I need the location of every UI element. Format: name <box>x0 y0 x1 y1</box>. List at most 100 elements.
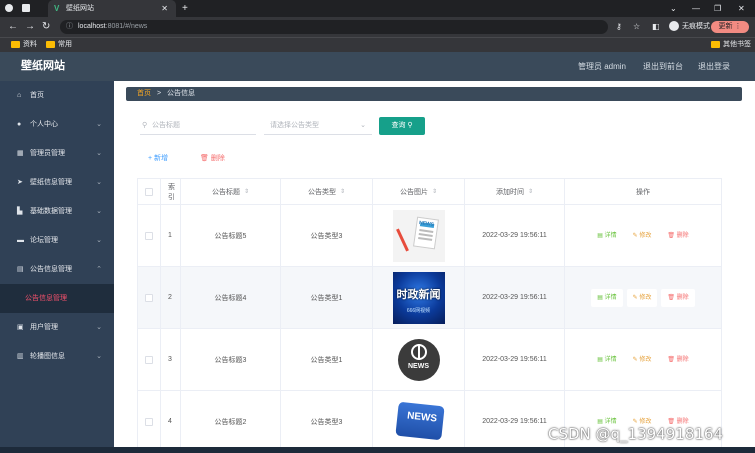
tab-search-icon[interactable] <box>22 4 30 12</box>
breadcrumb-home[interactable]: 首页 <box>137 90 151 97</box>
table-row: 3 公告标题3 公告类型1 NEWS 2022-03-29 19:56:11 ▤… <box>137 329 722 391</box>
header-image[interactable]: 公告图片 ⇕ <box>373 179 465 204</box>
user-icon: ● <box>17 121 22 128</box>
sidebar-subitem-notice-management[interactable]: 公告信息管理 <box>0 284 114 313</box>
sidepanel-icon[interactable]: ◧ <box>652 20 660 34</box>
browser-menu-icon[interactable] <box>5 4 13 12</box>
sidebar-item-wallpapers[interactable]: ➤ 壁纸信息管理 ⌄ <box>0 168 114 197</box>
chevron-down-icon: ⌄ <box>96 179 102 186</box>
delete-label: 删除 <box>210 155 225 162</box>
header-index: 索引 <box>161 179 181 204</box>
sidebar-item-carousel[interactable]: ▥ 轮播图信息 ⌄ <box>0 342 114 371</box>
header-time[interactable]: 添加时间 ⇕ <box>465 179 565 204</box>
delete-button[interactable]: 🗑 删除 <box>661 288 695 307</box>
row-checkbox[interactable] <box>145 355 153 364</box>
cell-type: 公告类型3 <box>281 205 373 266</box>
sidebar-item-profile[interactable]: ● 个人中心 ⌄ <box>0 110 114 139</box>
other-bookmarks[interactable]: 其他书签 <box>711 38 751 52</box>
cell-title: 公告标题4 <box>181 267 281 328</box>
cell-image: NEWS <box>373 329 465 390</box>
sidebar-item-admins[interactable]: ▦ 管理员管理 ⌄ <box>0 139 114 168</box>
sidebar-item-users[interactable]: ▣ 用户管理 ⌄ <box>0 313 114 342</box>
doc-icon: ▤ <box>597 356 603 363</box>
notice-image[interactable]: NEWS <box>392 333 445 386</box>
edit-label: 修改 <box>639 294 652 301</box>
back-icon[interactable]: ← <box>8 20 18 34</box>
bookmark-folder[interactable]: 资料 <box>11 38 37 52</box>
site-title: 壁纸网站 <box>21 60 65 72</box>
edit-button[interactable]: ✎ 修改 <box>627 351 658 369</box>
incognito-indicator[interactable]: 无痕模式 <box>669 20 710 34</box>
sort-icon[interactable]: ⇕ <box>244 188 249 195</box>
cell-image: 时政新闻 666网视频 <box>373 267 465 328</box>
view-button[interactable]: ▤ 详情 <box>591 351 622 369</box>
sort-icon[interactable]: ⇕ <box>432 188 437 195</box>
cell-title: 公告标题5 <box>181 205 281 266</box>
admin-icon: ▦ <box>17 150 24 157</box>
view-button[interactable]: ▤ 详情 <box>591 288 623 307</box>
bookmark-folder[interactable]: 常用 <box>46 38 72 52</box>
sidebar-item-base-data[interactable]: ▙ 基础数据管理 ⌄ <box>0 197 114 226</box>
notice-image[interactable]: NEWS <box>392 395 445 448</box>
exit-to-frontend-link[interactable]: 退出到前台 <box>643 52 683 81</box>
star-icon[interactable]: ☆ <box>633 20 640 34</box>
tab-close-icon[interactable]: ✕ <box>161 0 168 17</box>
reload-icon[interactable]: ↻ <box>42 20 50 34</box>
sidebar-item-home[interactable]: ⌂ 首页 <box>0 81 114 110</box>
cell-index: 3 <box>161 329 181 390</box>
notice-image[interactable]: 时政新闻 666网视频 <box>392 271 445 324</box>
minimize-icon[interactable]: — <box>692 0 700 17</box>
logout-link[interactable]: 退出登录 <box>698 52 730 81</box>
sidebar-item-notices[interactable]: ▤ 公告信息管理 ⌃ <box>0 255 114 284</box>
sort-icon[interactable]: ⇕ <box>340 188 345 195</box>
row-select-cell <box>137 391 161 452</box>
tab-list-icon[interactable]: ⌄ <box>670 0 677 17</box>
cell-title: 公告标题2 <box>181 391 281 452</box>
update-label: 更新 <box>718 23 733 30</box>
cell-index: 4 <box>161 391 181 452</box>
row-checkbox[interactable] <box>145 417 153 426</box>
view-label: 详情 <box>604 232 617 239</box>
pencil-icon: ✎ <box>632 232 638 239</box>
site-info-icon[interactable]: ⓘ <box>66 20 73 34</box>
delete-button[interactable]: 🗑 删除 <box>661 227 694 245</box>
edit-button[interactable]: ✎ 修改 <box>626 288 658 307</box>
select-all-checkbox[interactable] <box>145 187 153 196</box>
cell-time: 2022-03-29 19:56:11 <box>465 205 565 266</box>
sort-icon[interactable]: ⇕ <box>528 188 533 195</box>
restore-icon[interactable]: ❐ <box>714 0 721 17</box>
address-bar[interactable]: ⓘ localhost:8081/#/news <box>60 20 608 34</box>
batch-delete-button[interactable]: 🗑 删除 <box>200 153 225 165</box>
row-checkbox[interactable] <box>145 293 153 302</box>
query-button[interactable]: 查询 ⚲ <box>379 117 425 135</box>
vue-logo-icon: V <box>54 4 60 13</box>
cell-actions: ▤ 详情 ✎ 修改 🗑 删除 <box>565 267 722 328</box>
cell-type: 公告类型1 <box>281 329 373 390</box>
sidebar-item-forum[interactable]: ▬ 论坛管理 ⌄ <box>0 226 114 255</box>
notice-type-select[interactable]: 请选择公告类型 ⌄ <box>264 117 372 135</box>
sidebar-item-label: 轮播图信息 <box>30 353 65 360</box>
header-title[interactable]: 公告标题 ⇕ <box>181 179 281 204</box>
row-checkbox[interactable] <box>145 231 153 240</box>
pencil-icon: ✎ <box>632 418 638 425</box>
view-label: 详情 <box>604 356 617 363</box>
delete-label: 删除 <box>676 418 689 425</box>
update-button[interactable]: 更新 ⋮ <box>711 21 749 33</box>
pen-graphic <box>395 227 409 252</box>
header-type[interactable]: 公告类型 ⇕ <box>281 179 373 204</box>
notice-image[interactable]: NEWS <box>392 209 445 262</box>
search-icon: ⚲ <box>142 122 148 129</box>
new-tab-button[interactable]: + <box>182 0 188 17</box>
notice-title-search-input[interactable]: ⚲ 公告标题 <box>140 117 256 135</box>
add-button[interactable]: + 新增 <box>148 153 168 165</box>
chevron-down-icon: ⌄ <box>96 121 102 128</box>
browser-tab[interactable]: V 壁纸网站 ✕ <box>48 0 176 17</box>
delete-button[interactable]: 🗑 删除 <box>661 351 694 369</box>
forward-icon[interactable]: → <box>25 20 35 34</box>
key-icon[interactable]: ⚷ <box>616 20 622 34</box>
view-button[interactable]: ▤ 详情 <box>591 227 622 245</box>
edit-button[interactable]: ✎ 修改 <box>627 227 658 245</box>
window-close-icon[interactable]: ✕ <box>738 0 745 17</box>
doc-icon: ▤ <box>597 418 603 425</box>
sidebar-item-label: 用户管理 <box>30 324 58 331</box>
